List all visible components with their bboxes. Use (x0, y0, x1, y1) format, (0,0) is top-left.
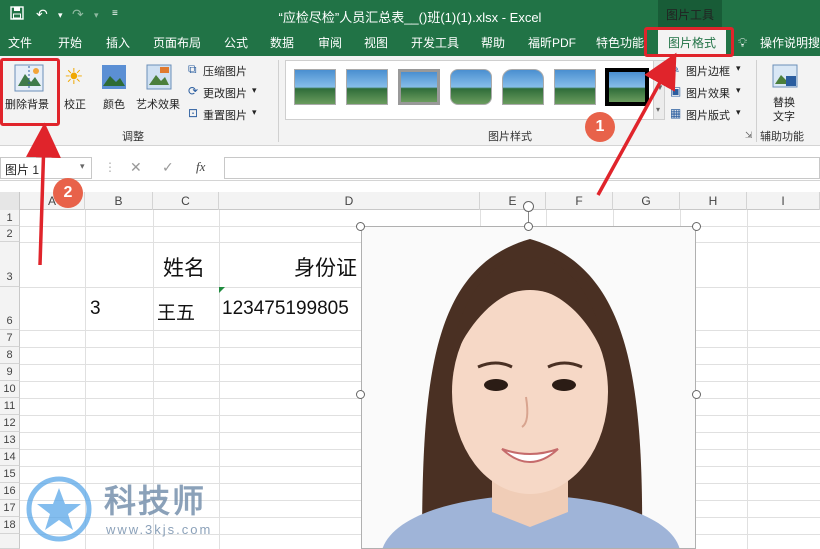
arrow-to-remove-background (25, 122, 61, 266)
watermark: 科技师 www.3kjs.com (18, 474, 258, 544)
watermark-logo-icon (26, 476, 92, 542)
arrow-to-picture-format (596, 52, 677, 196)
watermark-url: www.3kjs.com (106, 522, 213, 537)
annotation-arrows (25, 52, 677, 266)
watermark-brand: 科技师 (104, 483, 207, 519)
